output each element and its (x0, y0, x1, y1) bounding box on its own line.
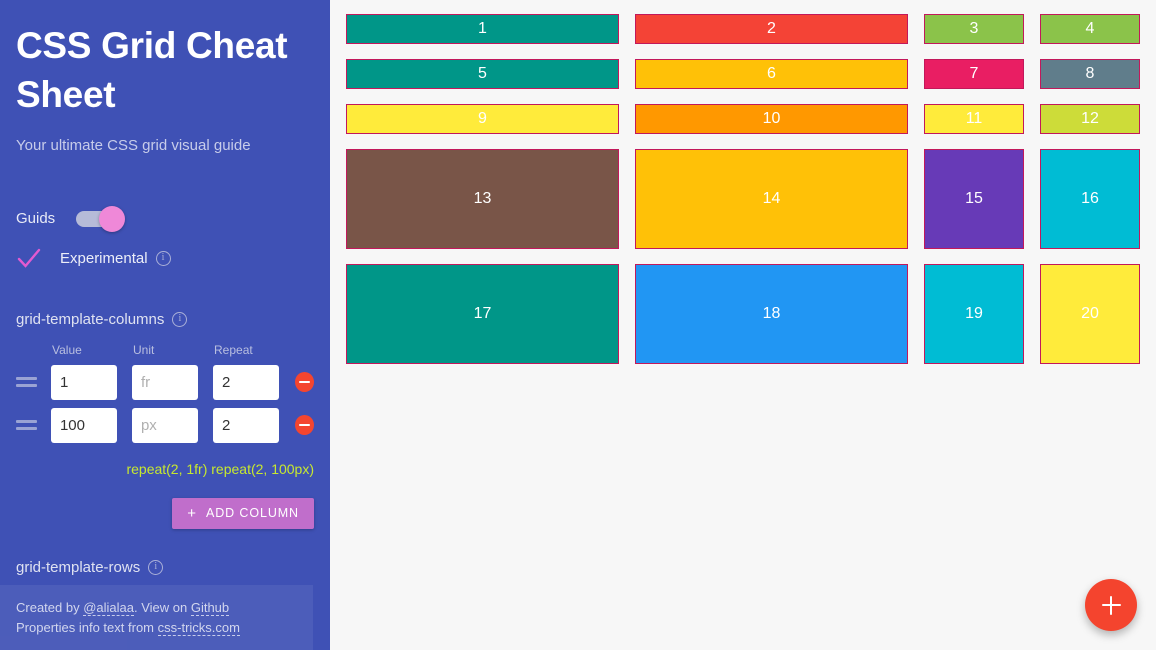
header-repeat: Repeat (214, 342, 253, 357)
footer-created-by: Created by (16, 599, 84, 615)
columns-title-text: grid-template-columns (16, 310, 165, 328)
grid-cell-label: 3 (969, 20, 979, 37)
header-value: Value (52, 342, 82, 357)
add-column-wrap: + ADD COLUMN (16, 497, 314, 529)
grid-cell[interactable]: 7 (924, 59, 1024, 89)
unit-input[interactable] (131, 407, 198, 443)
footer-line-2: Properties info text from css-tricks.com (16, 618, 313, 638)
drag-handle-icon[interactable] (16, 414, 37, 436)
columns-result-text: repeat(2, 1fr) repeat(2, 100px) (126, 460, 314, 477)
grid-cell[interactable]: 5 (346, 59, 619, 89)
page-title: CSS Grid Cheat Sheet (16, 25, 288, 115)
grid-cell-label: 8 (1085, 65, 1095, 82)
footer-view-on: . View on (133, 599, 191, 615)
column-headers: Value Unit Repeat (16, 343, 314, 357)
grid-cell-label: 11 (965, 110, 983, 127)
grid-cell-label: 12 (1081, 110, 1099, 127)
grid-cell[interactable]: 2 (635, 14, 908, 44)
grid-cell[interactable]: 3 (924, 14, 1024, 44)
value-input[interactable] (50, 364, 117, 400)
remove-track-button[interactable] (294, 372, 314, 393)
grid-cell[interactable]: 1 (346, 14, 619, 44)
grid-template-rows-title: grid-template-rows i (16, 559, 314, 576)
value-input[interactable] (50, 407, 117, 443)
grid-stage: 1 2 3 4 5 6 7 8 9 10 11 12 13 14 15 16 17 18 19 20 (330, 0, 1156, 650)
github-link[interactable]: Github (190, 599, 230, 616)
header-unit: Unit (133, 342, 155, 357)
grid-cell[interactable]: 6 (635, 59, 908, 89)
experimental-label: Experimental (60, 250, 148, 268)
grid-cell[interactable]: 17 (346, 264, 619, 364)
grid-cell[interactable]: 9 (346, 104, 619, 134)
rows-info-icon[interactable]: i (148, 559, 164, 575)
grid-cell[interactable]: 14 (635, 149, 908, 249)
sidebar: CSS Grid Cheat Sheet Your ultimate CSS g… (0, 0, 330, 650)
grid-cell-label: 13 (473, 190, 492, 207)
track-row (16, 364, 314, 400)
grid-cell-label: 1 (478, 20, 487, 37)
guides-row: Guids (16, 205, 314, 232)
grid-cell-label: 14 (762, 190, 781, 207)
footer-props-prefix: Properties info text from (16, 619, 158, 635)
grid-cell[interactable]: 20 (1040, 264, 1140, 364)
remove-track-button[interactable] (294, 415, 314, 436)
sidebar-footer: Created by @alialaa. View on Github Prop… (0, 584, 313, 650)
toggle-thumb (99, 205, 126, 232)
grid-cell-label: 20 (1081, 305, 1099, 322)
page-subtitle: Your ultimate CSS grid visual guide (16, 136, 251, 154)
grid-cell[interactable]: 16 (1040, 149, 1140, 249)
guides-toggle[interactable] (76, 205, 126, 232)
add-column-label: ADD COLUMN (205, 506, 299, 521)
grid-cell[interactable]: 13 (346, 149, 619, 249)
grid-cell-label: 6 (767, 65, 776, 82)
source-link[interactable]: css-tricks.com (157, 619, 240, 636)
plus-icon (1101, 595, 1121, 615)
drag-handle-icon[interactable] (16, 371, 37, 393)
rows-title-text: grid-template-rows (16, 558, 141, 576)
track-rows-list (16, 364, 314, 443)
grid-cell[interactable]: 4 (1040, 14, 1140, 44)
footer-line-1: Created by @alialaa. View on Github (16, 598, 313, 618)
check-icon (17, 248, 41, 268)
grid-preview: 1 2 3 4 5 6 7 8 9 10 11 12 13 14 15 16 17 18 19 20 (346, 14, 1140, 364)
author-link[interactable]: @alialaa (83, 599, 134, 616)
grid-cell[interactable]: 12 (1040, 104, 1140, 134)
grid-cell[interactable]: 19 (924, 264, 1024, 364)
grid-cell[interactable]: 15 (924, 149, 1024, 249)
sidebar-content: CSS Grid Cheat Sheet Your ultimate CSS g… (0, 0, 330, 576)
add-item-fab[interactable] (1085, 579, 1137, 631)
plus-icon: + (187, 504, 197, 522)
grid-cell-label: 2 (767, 20, 776, 37)
grid-cell[interactable]: 18 (635, 264, 908, 364)
unit-input[interactable] (131, 364, 198, 400)
grid-cell[interactable]: 8 (1040, 59, 1140, 89)
grid-cell-label: 17 (473, 305, 492, 322)
add-column-button[interactable]: + ADD COLUMN (172, 497, 314, 529)
guides-label: Guids (16, 210, 56, 228)
grid-cell[interactable]: 11 (924, 104, 1024, 134)
app-root: CSS Grid Cheat Sheet Your ultimate CSS g… (0, 0, 1156, 650)
grid-cell-label: 4 (1085, 20, 1095, 37)
columns-info-icon[interactable]: i (172, 311, 188, 327)
experimental-checkbox[interactable] (16, 246, 42, 272)
experimental-row: Experimental i (16, 246, 314, 272)
grid-cell-label: 16 (1081, 190, 1099, 207)
grid-cell-label: 18 (762, 305, 781, 322)
grid-cell-label: 10 (762, 110, 781, 127)
grid-template-columns-title: grid-template-columns i (16, 311, 314, 328)
grid-cell-label: 5 (478, 65, 487, 82)
repeat-input[interactable] (212, 407, 279, 443)
grid-cell-label: 15 (965, 190, 983, 207)
repeat-input[interactable] (212, 364, 279, 400)
grid-cell-label: 7 (969, 65, 979, 82)
grid-cell[interactable]: 10 (635, 104, 908, 134)
track-row (16, 407, 314, 443)
grid-cell-label: 9 (478, 110, 487, 127)
experimental-info-icon[interactable]: i (155, 251, 171, 267)
grid-cell-label: 19 (965, 305, 983, 322)
